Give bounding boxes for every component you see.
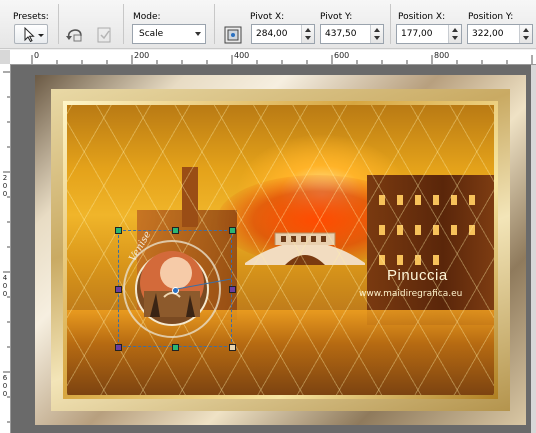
pivot-x-value: 284,00 — [256, 29, 288, 39]
pivot-x-field[interactable]: 284,00 — [251, 24, 315, 44]
mode-select[interactable]: Scale — [132, 24, 206, 44]
ruler-label: 200 — [134, 51, 150, 60]
pivot-icon[interactable] — [222, 24, 244, 46]
ruler-label: 4 0 0 — [2, 274, 8, 298]
handle-top-center[interactable] — [172, 227, 179, 234]
handle-bottom-center[interactable] — [172, 344, 179, 351]
pivot-y-spinner[interactable] — [370, 25, 383, 43]
presets-dropdown-button[interactable] — [14, 24, 48, 44]
ruler-corner — [0, 50, 10, 64]
handle-bottom-left[interactable] — [115, 344, 122, 351]
image-canvas[interactable]: Pinuccia www.maidiregrafica.eu Venise — [11, 65, 536, 433]
rotation-handle-line[interactable] — [175, 277, 235, 291]
pivot-y-field[interactable]: 437,50 — [320, 24, 384, 44]
watermark-name: Pinuccia — [387, 267, 448, 284]
ruler-label: 600 — [334, 51, 350, 60]
position-x-field[interactable]: 177,00 — [396, 24, 462, 44]
vertical-scrollbar[interactable] — [531, 65, 536, 433]
chevron-down-icon — [195, 32, 201, 36]
mode-select-value: Scale — [139, 29, 164, 39]
pivot-x-label: Pivot X: — [250, 12, 285, 22]
pick-tool-toolbar: Presets: Mode: Scale Pivot X: 284,00 Piv… — [0, 0, 536, 49]
ruler-label: 2 0 0 — [2, 174, 8, 198]
pivot-x-spinner[interactable] — [301, 25, 314, 43]
mode-label: Mode: — [133, 12, 161, 22]
pointer-arrow-icon — [24, 26, 44, 43]
handle-top-left[interactable] — [115, 227, 122, 234]
position-y-label: Position Y: — [468, 12, 514, 22]
pivot-y-value: 437,50 — [325, 29, 357, 39]
separator — [58, 4, 59, 44]
position-y-value: 322,00 — [472, 29, 504, 39]
watermark-url: www.maidiregrafica.eu — [359, 289, 463, 299]
outer-frame: Pinuccia www.maidiregrafica.eu — [35, 75, 526, 425]
horizontal-ruler[interactable]: 0 200 400 600 800 — [10, 50, 536, 65]
handle-middle-left[interactable] — [115, 286, 122, 293]
ruler-ticks — [31, 55, 533, 64]
separator — [390, 4, 391, 44]
position-x-spinner[interactable] — [448, 25, 461, 43]
separator — [123, 4, 124, 44]
handle-bottom-right[interactable] — [229, 344, 236, 351]
position-y-spinner[interactable] — [519, 25, 532, 43]
presets-label: Presets: — [13, 12, 49, 22]
apply-icon[interactable] — [93, 24, 115, 46]
ruler-label: 800 — [434, 51, 450, 60]
position-x-label: Position X: — [398, 12, 446, 22]
handle-top-right[interactable] — [229, 227, 236, 234]
pivot-y-label: Pivot Y: — [320, 12, 353, 22]
position-x-value: 177,00 — [401, 29, 433, 39]
ruler-label: 400 — [234, 51, 250, 60]
vertical-ruler[interactable]: 2 0 0 4 0 0 6 0 0 — [0, 64, 11, 433]
separator — [214, 4, 215, 44]
ruler-label: 6 0 0 — [2, 374, 8, 398]
reset-icon[interactable] — [63, 24, 85, 46]
position-y-field[interactable]: 322,00 — [467, 24, 533, 44]
ruler-label: 0 — [34, 51, 40, 60]
